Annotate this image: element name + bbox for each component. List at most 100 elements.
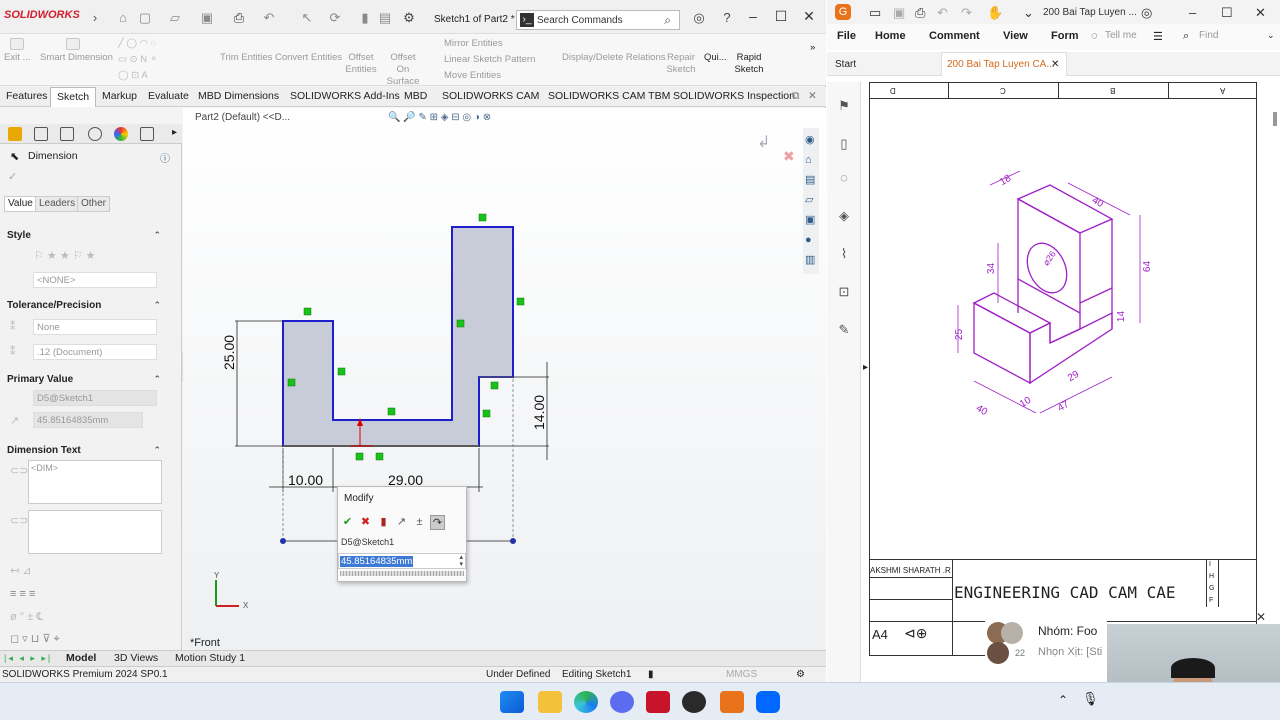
collapse-icon[interactable]: ⌃ [153,374,161,385]
tab-other[interactable]: Other [77,196,111,212]
undo-icon[interactable]: ↶ [937,5,948,21]
display-delete-relations-button[interactable]: Display/Delete Relations [562,52,666,64]
thumbwheel[interactable] [340,571,464,576]
fm-more-icon[interactable]: ▸ [172,127,177,138]
dimension-14[interactable]: 14.00 [531,395,547,430]
comments-icon[interactable]: ◌ [836,170,852,186]
style-icons[interactable]: ⚐ ★ ★ ⚐ ★ [34,249,96,262]
chat-notification[interactable]: 22 Nhóm: Foo Nhọn Xịt: [Sti [985,616,1107,666]
file-properties-icon[interactable]: ▤ [378,11,392,25]
modify-value-input[interactable]: 45.85164835mm ▴ ▾ [338,553,466,569]
collapse-icon[interactable]: ⌃ [153,445,161,456]
precision-select[interactable]: .12 (Document) [33,344,157,360]
text-tools[interactable]: ◯ ⊡ A [118,70,148,82]
primary-value-field[interactable]: 45.85164835mm [33,412,143,428]
help-icon[interactable]: ? [720,11,734,25]
search-icon[interactable]: ⌕ [1183,30,1189,43]
value-spin-icon[interactable]: ↷ [430,515,445,530]
tabs-restore-icon[interactable]: ⧉ [792,90,800,103]
move-entities-button[interactable]: Move Entities [444,70,501,82]
dimension-10[interactable]: 10.00 [288,472,323,488]
account-icon[interactable]: ◎ [1141,5,1152,21]
maximize-button[interactable]: ☐ [772,8,790,25]
smart-dimension-icon[interactable] [66,38,80,50]
ok-check-icon[interactable]: ✓ [8,170,17,183]
foxit-taskbar-icon[interactable] [720,691,744,713]
menu-comment[interactable]: Comment [929,30,980,42]
dimxpert-icon[interactable] [88,127,102,141]
reset-spin-icon[interactable]: ↗ [394,515,409,530]
line-tools[interactable]: ╱ ◯ ◠ ◌ [118,38,156,50]
tab-3d-views[interactable]: 3D Views [114,652,158,664]
trim-entities-button[interactable]: Trim Entities [220,52,272,64]
menu-home[interactable]: Home [875,30,906,42]
ribbon-collapse-icon[interactable]: ⌄ [1267,30,1275,41]
solidworks-taskbar-icon[interactable] [646,691,670,713]
signature-icon[interactable]: ✎ [836,322,852,338]
user-icon[interactable]: ◎ [692,11,706,25]
microphone-icon[interactable]: 🎙 [1082,691,1099,707]
spin-arrows-icon[interactable]: ▴ ▾ [459,554,463,568]
quick-snaps-button[interactable]: Qui... [704,52,727,64]
pm-help-icon[interactable]: ⓘ [160,150,170,165]
tab-leaders[interactable]: Leaders [35,196,80,212]
symbol-icons[interactable]: ø ° ± ℄ [10,610,43,623]
close-notification-icon[interactable]: ✕ [1256,610,1266,624]
displaymanager-icon[interactable] [114,127,128,141]
menu-file[interactable]: File [837,30,856,42]
minimize-button[interactable]: – [1189,5,1196,20]
open-icon[interactable]: ▭ [869,5,881,21]
cam-manager-icon[interactable] [140,127,154,141]
cancel-x-icon[interactable]: ✖ [358,515,373,530]
units-selector[interactable]: MMGS [726,669,757,680]
options-gear-icon[interactable]: ⚙ [402,11,416,25]
ribbon-more-icon[interactable]: » [810,42,815,54]
close-button[interactable]: ✕ [1255,5,1266,21]
graphics-area[interactable]: Part2 (Default) <<D... 🔍 🔎 ✎ ⊞ ◈ ⊟ ◎ ◑ ⊗… [183,108,826,650]
pages-icon[interactable]: ▯ [836,136,852,152]
collapse-icon[interactable]: ⌃ [153,300,161,311]
mirror-entities-button[interactable]: Mirror Entities [444,38,503,50]
discord-icon[interactable] [610,691,634,713]
hand-tool-icon[interactable]: ✋ [987,5,1003,21]
rebuild-icon[interactable]: ▮ [376,515,391,530]
customize-icon[interactable]: ⌄ [1023,5,1034,21]
tab-cam[interactable]: SOLIDWORKS CAM [442,90,539,102]
close-button[interactable]: ✕ [800,8,818,25]
traffic-light-icon[interactable]: ▮ [358,11,372,25]
maximize-button[interactable]: ☐ [1221,5,1233,21]
featuremanager-icon[interactable] [8,127,22,141]
dimension-text-above[interactable]: <DIM> [28,460,162,504]
propertymanager-icon[interactable] [34,127,48,141]
undo-icon[interactable]: ↶ [262,11,276,25]
search-icon[interactable]: ⌕ [664,13,671,28]
expand-panel-icon[interactable]: ▸ [863,362,868,373]
dimension-text-header[interactable]: Dimension Text [7,445,81,456]
bulb-icon[interactable]: ◌ [1091,30,1098,42]
tolerance-select[interactable]: None [33,319,157,335]
accept-check-icon[interactable]: ✔ [340,515,355,530]
tolerance-header[interactable]: Tolerance/Precision [7,300,101,311]
layers-icon[interactable]: ◈ [836,208,852,224]
justify-icons[interactable]: ≡ ≡ ≡ [10,588,35,600]
file-explorer-icon[interactable] [538,691,562,713]
tab-sketch[interactable]: Sketch [50,87,97,107]
mark-for-drawing-icon[interactable]: ± [412,515,427,530]
more-symbol-icons[interactable]: ◻ ▿ ⊔ ⊽ ⌖ [10,632,60,646]
dimension-text-below[interactable] [28,510,162,554]
edge-icon[interactable] [574,691,598,713]
rebuild-status-icon[interactable]: ▮ [648,669,654,680]
sketch-canvas[interactable]: Y X [183,108,826,650]
tab-addins[interactable]: SOLIDWORKS Add-Ins [290,90,400,102]
rebuild-icon[interactable]: ⟳ [328,11,342,25]
exit-sketch-icon[interactable] [10,38,24,50]
customize-status-icon[interactable]: ⚙ [796,669,805,680]
menu-view[interactable]: View [1003,30,1028,42]
save-icon[interactable]: ▣ [893,5,905,21]
rapid-sketch-button[interactable]: Rapid Sketch [734,52,764,76]
tab-mbd[interactable]: MBD [404,90,427,102]
menu-form[interactable]: Form [1051,30,1079,42]
select-icon[interactable]: ↖ [300,11,314,25]
offset-on-surface-button[interactable]: Offset On Surface [383,52,423,88]
tab-close-icon[interactable]: ✕ [1051,59,1059,70]
